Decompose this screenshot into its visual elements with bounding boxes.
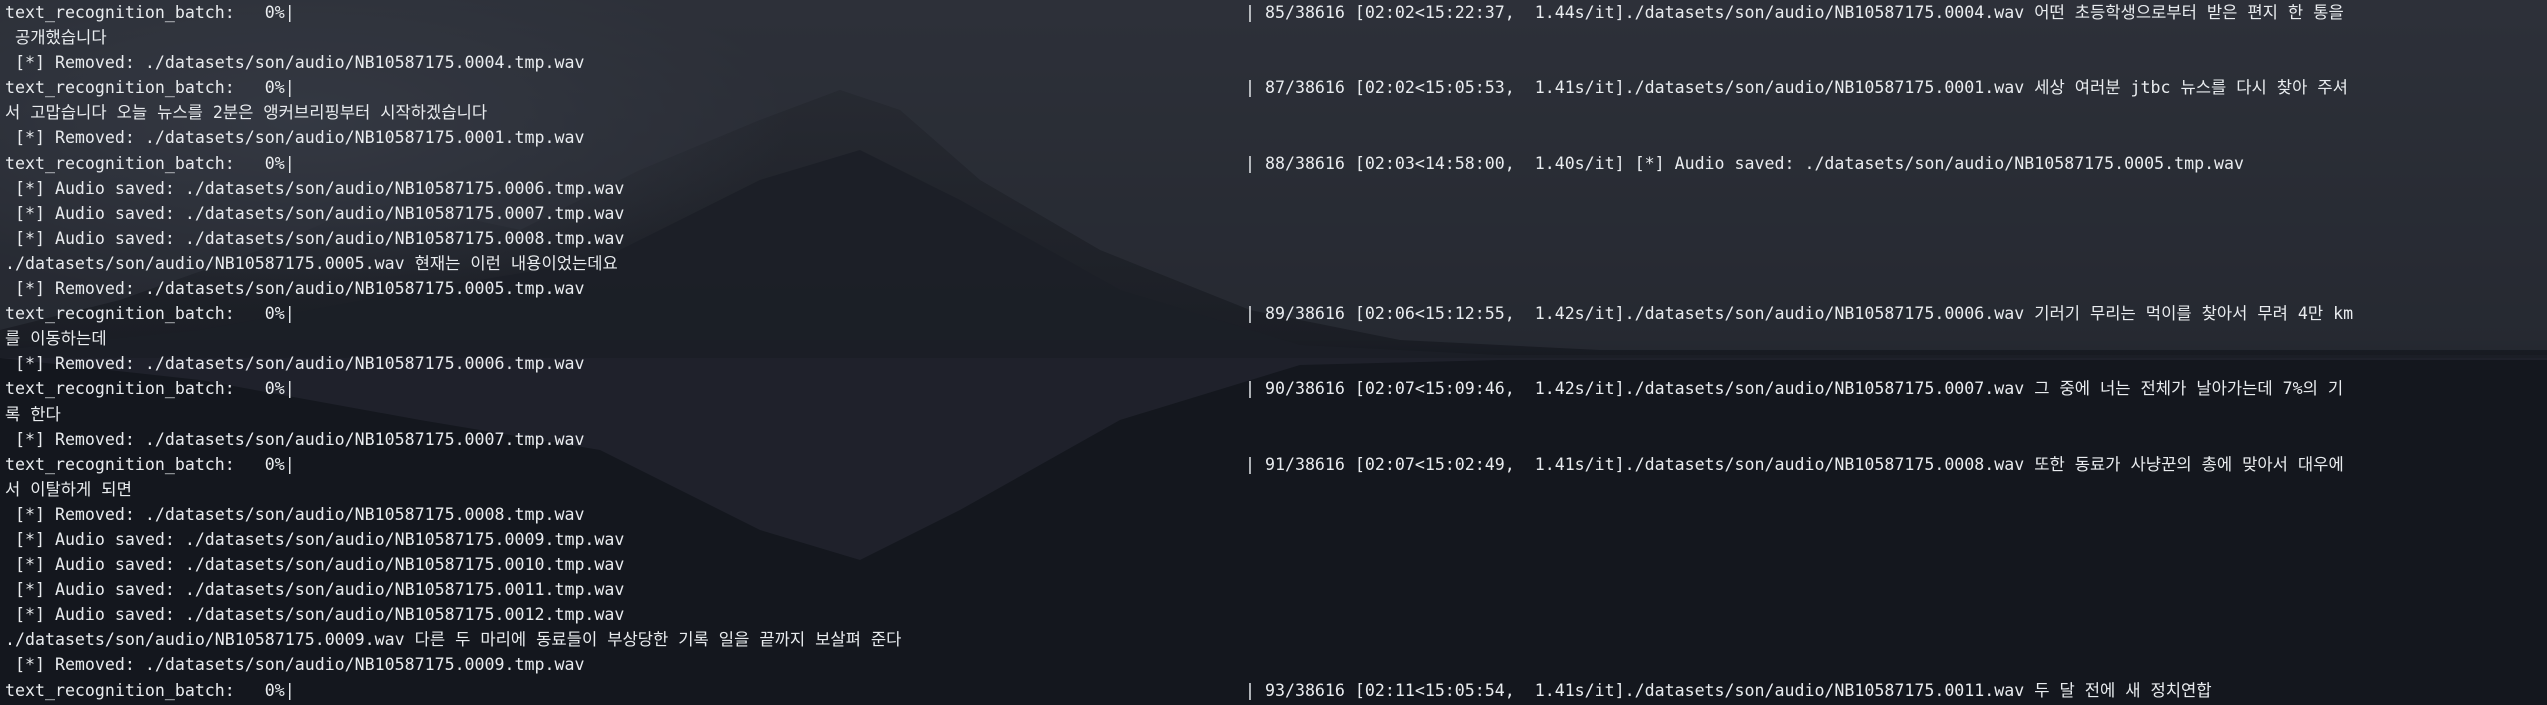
terminal-line: text_recognition_batch: 0%| | 85/38616 [0… [0, 0, 2547, 25]
terminal-line: [*] Audio saved: ./datasets/son/audio/NB… [0, 201, 2547, 226]
terminal-line: [*] Audio saved: ./datasets/son/audio/NB… [0, 577, 2547, 602]
terminal-line: [*] Removed: ./datasets/son/audio/NB1058… [0, 276, 2547, 301]
terminal-line-left-text: [*] Audio saved: ./datasets/son/audio/NB… [5, 605, 625, 625]
terminal-line-left-text: [*] Audio saved: ./datasets/son/audio/NB… [5, 203, 625, 223]
terminal-line: [*] Audio saved: ./datasets/son/audio/NB… [0, 527, 2547, 552]
terminal-line-left-text: [*] Audio saved: ./datasets/son/audio/NB… [5, 555, 625, 575]
terminal-line-left-text: [*] Removed: ./datasets/son/audio/NB1058… [5, 504, 585, 524]
terminal-line: 서 이탈하게 되면 [0, 477, 2547, 502]
terminal-line-left-text: text_recognition_batch: 0%| [5, 304, 295, 324]
terminal-line: [*] Audio saved: ./datasets/son/audio/NB… [0, 176, 2547, 201]
terminal-line-left-text: text_recognition_batch: 0%| [5, 680, 295, 700]
terminal-line-right-text: | 91/38616 [02:07<15:02:49, 1.41s/it]./d… [1245, 454, 2344, 474]
terminal-line-left-text: 서 이탈하게 되면 [5, 479, 132, 499]
terminal-line: [*] Removed: ./datasets/son/audio/NB1058… [0, 427, 2547, 452]
terminal-line: text_recognition_batch: 0%| | 87/38616 [0… [0, 75, 2547, 100]
terminal-line: text_recognition_batch: 0%| | 89/38616 [0… [0, 301, 2547, 326]
terminal-line-left-text: 록 한다 [5, 404, 61, 424]
terminal-line-right-text: | 90/38616 [02:07<15:09:46, 1.42s/it]./d… [1245, 379, 2344, 399]
terminal-line-left-text: [*] Audio saved: ./datasets/son/audio/NB… [5, 178, 625, 198]
terminal-line: 서 고맙습니다 오늘 뉴스를 2분은 앵커브리핑부터 시작하겠습니다 [0, 100, 2547, 125]
terminal-line-left-text: 공개했습니다 [5, 28, 107, 48]
terminal-line: 록 한다 [0, 402, 2547, 427]
terminal-line: 를 이동하는데 [0, 326, 2547, 351]
terminal-line: ./datasets/son/audio/NB10587175.0009.wav… [0, 627, 2547, 652]
terminal-line-left-text: [*] Removed: ./datasets/son/audio/NB1058… [5, 53, 585, 73]
terminal-line-left-text: 서 고맙습니다 오늘 뉴스를 2분은 앵커브리핑부터 시작하겠습니다 [5, 103, 488, 123]
terminal-line-left-text: [*] Audio saved: ./datasets/son/audio/NB… [5, 580, 625, 600]
terminal-line-left-text: text_recognition_batch: 0%| [5, 454, 295, 474]
terminal-line-right-text: | 93/38616 [02:11<15:05:54, 1.41s/it]./d… [1245, 680, 2212, 700]
terminal-line: ./datasets/son/audio/NB10587175.0005.wav… [0, 251, 2547, 276]
terminal-line-left-text: [*] Removed: ./datasets/son/audio/NB1058… [5, 279, 585, 299]
terminal-line-left-text: [*] Removed: ./datasets/son/audio/NB1058… [5, 128, 585, 148]
terminal-line-left-text: [*] Removed: ./datasets/son/audio/NB1058… [5, 655, 585, 675]
terminal-line-left-text: ./datasets/son/audio/NB10587175.0009.wav… [5, 630, 902, 650]
terminal-output: text_recognition_batch: 0%| | 85/38616 [0… [0, 0, 2547, 705]
terminal-line-right-text: | 87/38616 [02:02<15:05:53, 1.41s/it]./d… [1245, 78, 2348, 98]
terminal-line: [*] Removed: ./datasets/son/audio/NB1058… [0, 502, 2547, 527]
terminal-line-left-text: [*] Audio saved: ./datasets/son/audio/NB… [5, 228, 625, 248]
terminal-line: [*] Removed: ./datasets/son/audio/NB1058… [0, 50, 2547, 75]
terminal-line: [*] Removed: ./datasets/son/audio/NB1058… [0, 652, 2547, 677]
terminal-line-left-text: ./datasets/son/audio/NB10587175.0005.wav… [5, 253, 618, 273]
terminal-line: [*] Audio saved: ./datasets/son/audio/NB… [0, 226, 2547, 251]
terminal-line-left-text: text_recognition_batch: 0%| [5, 379, 295, 399]
terminal-line: text_recognition_batch: 0%| | 90/38616 [0… [0, 376, 2547, 401]
terminal-line: [*] Audio saved: ./datasets/son/audio/NB… [0, 552, 2547, 577]
terminal-line-right-text: | 85/38616 [02:02<15:22:37, 1.44s/it]./d… [1245, 3, 2344, 22]
terminal-line: text_recognition_batch: 0%| | 88/38616 [0… [0, 151, 2547, 176]
terminal-line: text_recognition_batch: 0%| | 93/38616 [0… [0, 678, 2547, 703]
terminal-line: text_recognition_batch: 0%| | 91/38616 [0… [0, 452, 2547, 477]
terminal-line-left-text: text_recognition_batch: 0%| [5, 3, 295, 22]
terminal-line-left-text: text_recognition_batch: 0%| [5, 78, 295, 98]
terminal-line-left-text: [*] Audio saved: ./datasets/son/audio/NB… [5, 529, 625, 549]
terminal-line: [*] Audio saved: ./datasets/son/audio/NB… [0, 602, 2547, 627]
terminal-line-left-text: text_recognition_batch: 0%| [5, 153, 295, 173]
terminal-line: [*] Removed: ./datasets/son/audio/NB1058… [0, 351, 2547, 376]
terminal-line-left-text: [*] Removed: ./datasets/son/audio/NB1058… [5, 429, 585, 449]
terminal-line-left-text: [*] Removed: ./datasets/son/audio/NB1058… [5, 354, 585, 374]
terminal-line: [*] Removed: ./datasets/son/audio/NB1058… [0, 125, 2547, 150]
terminal-line-right-text: | 88/38616 [02:03<14:58:00, 1.40s/it] [*… [1245, 153, 2245, 173]
terminal-line-left-text: 를 이동하는데 [5, 329, 107, 349]
terminal-line: 공개했습니다 [0, 25, 2547, 50]
terminal-line-right-text: | 89/38616 [02:06<15:12:55, 1.42s/it]./d… [1245, 304, 2354, 324]
